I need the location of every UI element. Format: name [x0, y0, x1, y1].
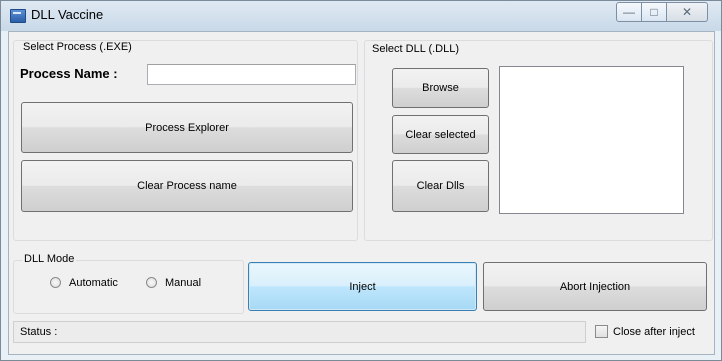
client-area: Select Process (.EXE) Process Name : Pro… [8, 31, 715, 355]
browse-button-label: Browse [422, 82, 459, 94]
close-icon: ✕ [681, 5, 693, 19]
status-bar: Status : [13, 321, 586, 343]
clear-dlls-button[interactable]: Clear Dlls [392, 160, 489, 212]
clear-process-name-button-label: Clear Process name [137, 180, 237, 192]
dll-group-legend: Select DLL (.DLL) [370, 43, 462, 55]
minimize-button[interactable]: — [616, 2, 642, 22]
clear-process-name-button[interactable]: Clear Process name [21, 160, 353, 212]
abort-injection-button-label: Abort Injection [559, 280, 631, 293]
automatic-radio-label[interactable]: Automatic [69, 277, 118, 289]
process-explorer-button[interactable]: Process Explorer [21, 102, 353, 153]
main-window: DLL Vaccine — □ ✕ Select Process (.EXE) … [0, 0, 722, 361]
process-explorer-button-label: Process Explorer [145, 121, 229, 134]
close-after-inject-checkbox[interactable] [595, 325, 608, 338]
inject-button[interactable]: Inject [248, 262, 477, 311]
abort-injection-button[interactable]: Abort Injection [483, 262, 707, 311]
close-after-inject-label[interactable]: Close after inject [613, 326, 695, 338]
dll-mode-group [13, 260, 244, 314]
title-bar[interactable]: DLL Vaccine — □ ✕ [1, 1, 721, 31]
process-name-label: Process Name : [20, 66, 118, 81]
window-controls: — □ ✕ [616, 2, 708, 22]
dll-listbox[interactable] [499, 66, 684, 214]
maximize-icon: □ [650, 5, 658, 19]
close-button[interactable]: ✕ [667, 2, 708, 22]
browse-button[interactable]: Browse [392, 68, 489, 108]
clear-selected-button-label: Clear selected [405, 128, 476, 141]
dll-mode-legend: DLL Mode [22, 253, 77, 265]
clear-selected-button[interactable]: Clear selected [392, 115, 489, 154]
automatic-radio[interactable] [50, 277, 61, 288]
manual-radio[interactable] [146, 277, 157, 288]
process-group-legend: Select Process (.EXE) [21, 41, 134, 53]
minimize-icon: — [623, 5, 635, 19]
window-title: DLL Vaccine [31, 7, 104, 22]
process-name-input[interactable] [147, 64, 356, 85]
app-icon [10, 9, 26, 23]
clear-dlls-button-label: Clear Dlls [416, 180, 465, 192]
maximize-button[interactable]: □ [642, 2, 667, 22]
status-label: Status : [20, 326, 58, 338]
inject-button-label: Inject [349, 280, 376, 293]
manual-radio-label[interactable]: Manual [165, 277, 201, 289]
